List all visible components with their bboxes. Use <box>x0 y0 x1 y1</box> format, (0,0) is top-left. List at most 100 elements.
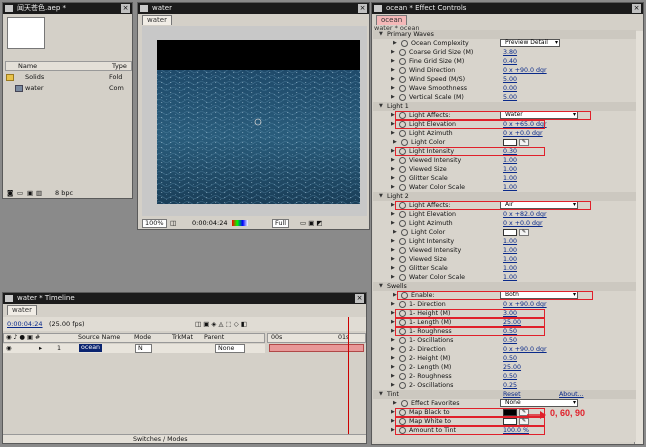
stopwatch-icon[interactable] <box>399 355 406 362</box>
effect-property[interactable]: ▶ Viewed Size 1.00 <box>373 255 636 264</box>
trash-icon[interactable]: ▥ <box>36 189 42 198</box>
project-title-bar[interactable]: 闻天苍色.aep * × <box>3 3 132 14</box>
layer-duration-bar[interactable] <box>269 344 364 352</box>
effect-group[interactable]: ▼ Light 1 <box>373 102 636 111</box>
stopwatch-icon[interactable] <box>399 211 406 218</box>
effect-property[interactable]: ▶ Light Color ✎ <box>373 138 636 147</box>
stopwatch-icon[interactable] <box>399 382 406 389</box>
expand-triangle-icon[interactable]: ▼ <box>379 102 383 111</box>
effect-property[interactable]: ▶ 2- Oscillations 0.25 <box>373 381 636 390</box>
effect-property[interactable]: ▶ Viewed Size 1.00 <box>373 165 636 174</box>
effect-property[interactable]: ▶ Light Elevation 0 x +82.0 dgr <box>373 210 636 219</box>
effect-property[interactable]: ▶ 2- Direction 0 x +90.0 dgr <box>373 345 636 354</box>
property-triangle-icon[interactable]: ▶ <box>393 39 397 48</box>
timeline-tool-icons[interactable]: ◫ ▣ ◈ ◬ ⬚ ◇ ◧ <box>195 317 247 331</box>
parent-header[interactable]: Parent <box>204 334 224 342</box>
expand-triangle-icon[interactable]: ▼ <box>379 192 383 201</box>
property-value[interactable]: 0.50 <box>503 372 517 381</box>
property-triangle-icon[interactable]: ▶ <box>391 57 395 66</box>
effect-group[interactable]: ▼ Swells <box>373 282 636 291</box>
switches-modes-toggle[interactable]: Switches / Modes <box>133 435 188 444</box>
property-triangle-icon[interactable]: ▶ <box>393 228 397 237</box>
about-link[interactable]: About... <box>559 390 584 399</box>
effect-property[interactable]: ▶ Glitter Scale 1.00 <box>373 174 636 183</box>
effect-property[interactable]: ▶ 2- Roughness 0.50 <box>373 372 636 381</box>
stopwatch-icon[interactable] <box>399 85 406 92</box>
property-value[interactable]: 1.00 <box>503 174 517 183</box>
property-triangle-icon[interactable]: ▶ <box>391 372 395 381</box>
property-value[interactable]: 0 x +90.0 dgr <box>503 66 547 75</box>
stopwatch-icon[interactable] <box>399 337 406 344</box>
stopwatch-icon[interactable] <box>399 58 406 65</box>
stopwatch-icon[interactable] <box>401 139 408 146</box>
property-triangle-icon[interactable]: ▶ <box>391 156 395 165</box>
folder-icon[interactable]: ▭ <box>17 189 23 198</box>
timeline-title-bar[interactable]: water * Timeline × <box>3 293 366 304</box>
expand-triangle-icon[interactable]: ▸ <box>39 344 42 353</box>
property-triangle-icon[interactable]: ▶ <box>391 174 395 183</box>
stopwatch-icon[interactable] <box>401 40 408 47</box>
stopwatch-icon[interactable] <box>399 247 406 254</box>
property-value[interactable]: 1.00 <box>503 156 517 165</box>
property-triangle-icon[interactable]: ▶ <box>391 345 395 354</box>
property-value[interactable]: 0 x +90.0 dgr <box>503 300 547 309</box>
property-triangle-icon[interactable]: ▶ <box>391 336 395 345</box>
layer-name[interactable]: ocean <box>79 344 103 352</box>
effect-property[interactable]: ▶ Vertical Scale (M) 5.00 <box>373 93 636 102</box>
current-time[interactable]: 0:00:04:24 <box>7 317 43 331</box>
property-value[interactable]: 0 x +90.0 dgr <box>503 345 547 354</box>
property-value[interactable]: 1.00 <box>503 264 517 273</box>
timeline-tab[interactable]: water <box>7 305 37 315</box>
property-triangle-icon[interactable]: ▶ <box>391 48 395 57</box>
property-value[interactable]: 0.40 <box>503 57 517 66</box>
property-value[interactable]: 1.00 <box>503 237 517 246</box>
snapshot-icon[interactable]: ◫ <box>170 218 176 228</box>
property-dropdown[interactable]: None <box>500 399 578 407</box>
effect-property[interactable]: ▶ Wind Speed (M/S) 5.00 <box>373 75 636 84</box>
property-value[interactable]: 3.80 <box>503 48 517 57</box>
name-column-header[interactable]: Name <box>18 62 37 70</box>
stopwatch-icon[interactable] <box>401 400 408 407</box>
property-triangle-icon[interactable]: ▶ <box>391 84 395 93</box>
property-dropdown[interactable]: Preview Detail <box>500 39 560 47</box>
property-triangle-icon[interactable]: ▶ <box>391 93 395 102</box>
mode-header[interactable]: Mode <box>134 334 151 342</box>
property-value[interactable]: 1.00 <box>503 255 517 264</box>
property-value[interactable]: 0 x +82.0 dgr <box>503 210 547 219</box>
property-value[interactable]: 1.00 <box>503 183 517 192</box>
layer-mode[interactable]: N <box>135 344 152 353</box>
property-triangle-icon[interactable]: ▶ <box>393 138 397 147</box>
property-triangle-icon[interactable]: ▶ <box>391 237 395 246</box>
effect-property[interactable]: ▶ 2- Length (M) 25.00 <box>373 363 636 372</box>
property-value[interactable]: 25.00 <box>503 363 521 372</box>
zoom-dropdown[interactable]: 100% <box>142 219 167 228</box>
interpret-icon[interactable]: ◙ <box>7 189 13 198</box>
effect-property[interactable]: ▶ 2- Height (M) 0.50 <box>373 354 636 363</box>
layer-parent[interactable]: None <box>215 344 246 353</box>
property-value[interactable]: 0.25 <box>503 381 517 390</box>
close-icon[interactable]: × <box>632 4 641 13</box>
effect-property[interactable]: ▶ Glitter Scale 1.00 <box>373 264 636 273</box>
effect-property[interactable]: ▶ Coarse Grid Size (M) 3.80 <box>373 48 636 57</box>
effect-property[interactable]: ▶ Light Azimuth 0 x +0.0 dgr <box>373 129 636 138</box>
trkmat-header[interactable]: TrkMat <box>172 334 193 342</box>
property-triangle-icon[interactable]: ▶ <box>391 129 395 138</box>
effect-property[interactable]: ▶ Light Azimuth 0 x +0.0 dgr <box>373 219 636 228</box>
stopwatch-icon[interactable] <box>399 49 406 56</box>
color-swatch[interactable] <box>503 139 517 146</box>
view-options-icon[interactable]: ▭ ▣ ◩ <box>300 218 323 228</box>
effect-property[interactable]: ▶ Water Color Scale 1.00 <box>373 183 636 192</box>
property-triangle-icon[interactable]: ▶ <box>391 273 395 282</box>
property-value[interactable]: 0.00 <box>503 84 517 93</box>
stopwatch-icon[interactable] <box>399 157 406 164</box>
stopwatch-icon[interactable] <box>399 94 406 101</box>
current-time-indicator[interactable] <box>348 317 349 437</box>
property-value[interactable]: 1.00 <box>503 165 517 174</box>
property-triangle-icon[interactable]: ▶ <box>391 210 395 219</box>
stopwatch-icon[interactable] <box>399 238 406 245</box>
effect-property[interactable]: ▶ Wind Direction 0 x +90.0 dgr <box>373 66 636 75</box>
effect-group[interactable]: ▼ Light 2 <box>373 192 636 201</box>
effect-property[interactable]: ▶ Viewed Intensity 1.00 <box>373 156 636 165</box>
property-triangle-icon[interactable]: ▶ <box>391 246 395 255</box>
comp-icon[interactable]: ▣ <box>27 189 33 198</box>
